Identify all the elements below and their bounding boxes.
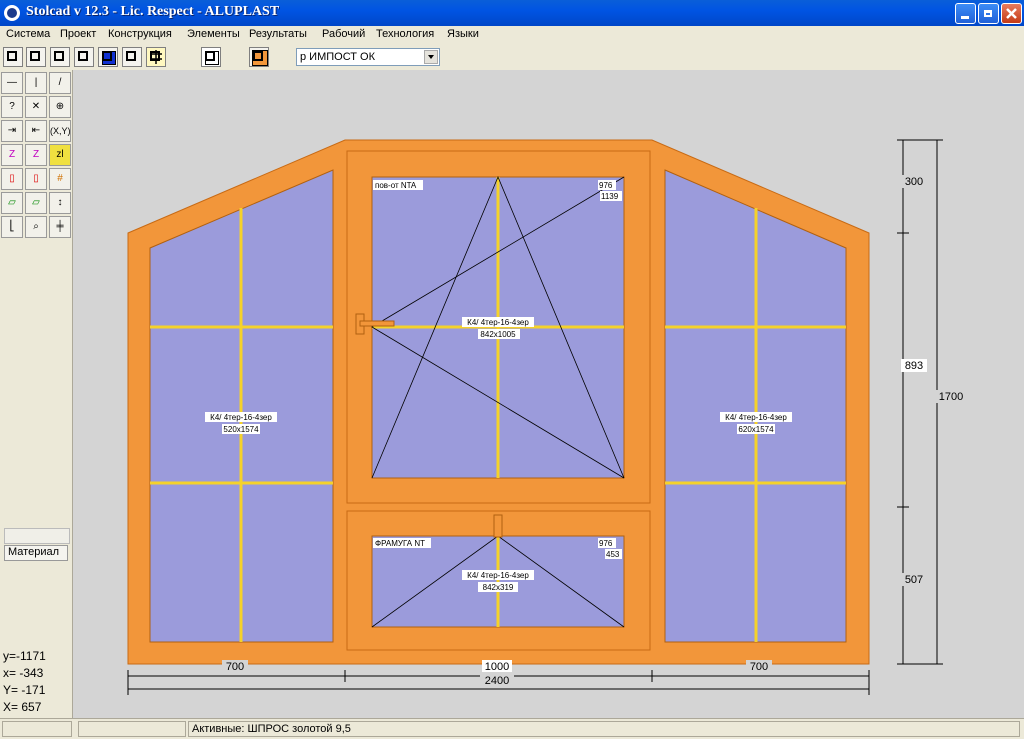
dim-right-middle: 893 — [905, 360, 923, 372]
grid-tool[interactable]: # — [49, 168, 71, 190]
inner-frame-tool-button[interactable] — [74, 47, 94, 67]
menu-item-system[interactable]: Система — [6, 28, 50, 40]
material-progress — [4, 528, 70, 544]
vertical-resize-tool[interactable]: ↕ — [49, 192, 71, 214]
window-title: Stolcad v 12.3 - Lic. Respect - ALUPLAST — [26, 4, 280, 19]
vertical-line-tool[interactable]: | — [25, 72, 47, 94]
bottom-sash-label: ФРАМУГА NT — [375, 539, 425, 548]
bottom-glass-spec: К4/ 4тер-16-4зер — [467, 571, 529, 580]
sash-tool-button[interactable] — [26, 47, 46, 67]
top-glass-size: 842x1005 — [480, 330, 516, 339]
bottom-sash-dim-1: 976 — [599, 539, 613, 548]
white-swatch-icon — [205, 51, 219, 65]
muntin-icon — [147, 48, 165, 66]
muntin-tool-button[interactable] — [146, 47, 166, 67]
align-left-tool[interactable]: ⇥ — [1, 120, 23, 142]
profile-tool[interactable]: ╪ — [49, 216, 71, 238]
top-sash-label: пов-от NTA — [375, 181, 417, 190]
glass-tool-button[interactable] — [98, 47, 118, 67]
drawing-canvas[interactable]: К4/ 4тер-16-4зер 520x1574 К4/ 4тер-16-4з… — [73, 70, 1024, 718]
menu-item-languages[interactable]: Языки — [447, 28, 479, 40]
menu-bar: Система Проект Конструкция Элементы Резу… — [0, 26, 1024, 44]
coord-x-small: x= -343 — [3, 666, 44, 680]
dim-right-top: 300 — [905, 176, 923, 188]
diagonal-line-tool[interactable]: / — [49, 72, 71, 94]
close-icon — [1006, 8, 1017, 19]
dim-bottom-center: 1000 — [485, 661, 509, 673]
glass-icon — [102, 51, 116, 65]
frame-color-button[interactable] — [249, 47, 269, 67]
app-icon — [4, 5, 20, 21]
cross-tool[interactable]: ✕ — [25, 96, 47, 118]
menu-item-workspace[interactable]: Рабочий — [322, 28, 365, 40]
dim-bottom-left: 700 — [226, 661, 244, 673]
left-glass-spec: К4/ 4тер-16-4зер — [210, 413, 272, 422]
sill-tool[interactable]: ⎣ — [1, 216, 23, 238]
coord-x-big: X= 657 — [3, 700, 42, 714]
top-glass-spec: К4/ 4тер-16-4зер — [467, 318, 529, 327]
status-bar: Активные: ШПРОС золотой 9,5 — [0, 718, 1024, 739]
minimize-icon — [961, 16, 969, 19]
left-glass-size: 520x1574 — [223, 425, 259, 434]
profile-select-value: р ИМПОСТ ОК — [300, 51, 376, 63]
menu-item-results[interactable]: Результаты — [249, 28, 307, 40]
align-right-tool[interactable]: ⇤ — [25, 120, 47, 142]
bottom-glass-size: 842x319 — [483, 583, 514, 592]
status-cell-2 — [78, 721, 186, 737]
title-bar: Stolcad v 12.3 - Lic. Respect - ALUPLAST — [0, 0, 1024, 26]
status-active: Активные: ШПРОС золотой 9,5 — [188, 721, 1020, 737]
zoom-find-tool[interactable]: ⌕ — [25, 216, 47, 238]
close-button[interactable] — [1001, 3, 1022, 24]
coord-y-big: Y= -171 — [3, 683, 46, 697]
chevron-down-icon[interactable] — [424, 50, 438, 64]
white-color-button[interactable] — [201, 47, 221, 67]
top-sash-dim-1: 976 — [599, 181, 613, 190]
top-sash-dim-2: 1139 — [601, 192, 619, 201]
coord-y-small: y=-1171 — [3, 649, 46, 663]
coordinates-tool[interactable]: (X,Y) — [49, 120, 71, 142]
frame-tool-button[interactable] — [3, 47, 23, 67]
frame-split-tool[interactable]: ▯ — [25, 168, 47, 190]
layer-tool[interactable]: ▱ — [1, 192, 23, 214]
horizontal-line-tool[interactable]: — — [1, 72, 23, 94]
restore-button[interactable] — [978, 3, 999, 24]
toolbar — [0, 44, 1024, 71]
menu-item-elements[interactable]: Элементы — [187, 28, 240, 40]
tools-sidebar: — | / ? ✕ ⊕ ⇥ ⇤ (X,Y) Z Z zl ▯ ▯ # ▱ ▱ ↕… — [0, 70, 73, 718]
menu-item-project[interactable]: Проект — [60, 28, 96, 40]
help-tool[interactable]: ? — [1, 96, 23, 118]
fixed-tool-button[interactable] — [50, 47, 70, 67]
right-glass-size: 620x1574 — [738, 425, 774, 434]
restore-icon — [984, 10, 992, 17]
menu-item-technology[interactable]: Технология — [376, 28, 434, 40]
bottom-sash-dim-2: 453 — [606, 550, 620, 559]
window-drawing: К4/ 4тер-16-4зер 520x1574 К4/ 4тер-16-4з… — [127, 139, 967, 695]
layer-2-tool[interactable]: ▱ — [25, 192, 47, 214]
center-tool[interactable]: ⊕ — [49, 96, 71, 118]
zoom-tool[interactable]: zl — [49, 144, 71, 166]
z-profile-tool[interactable]: Z — [1, 144, 23, 166]
right-glass-spec: К4/ 4тер-16-4зер — [725, 413, 787, 422]
material-label: Материал — [4, 545, 68, 561]
bottom-handle-icon[interactable] — [493, 514, 503, 538]
profile-select[interactable]: р ИМПОСТ ОК — [296, 48, 440, 66]
dim-right-total: 1700 — [939, 391, 963, 403]
frame-insert-tool[interactable]: ▯ — [1, 168, 23, 190]
dim-bottom-right: 700 — [750, 661, 768, 673]
minimize-button[interactable] — [955, 3, 976, 24]
door-tool-button[interactable] — [122, 47, 142, 67]
menu-item-construction[interactable]: Конструкция — [108, 28, 172, 40]
status-cell-1 — [2, 721, 72, 737]
z-profile-2-tool[interactable]: Z — [25, 144, 47, 166]
orange-swatch-icon — [252, 50, 268, 66]
dim-bottom-total: 2400 — [485, 675, 509, 687]
dim-right-bottom: 507 — [905, 574, 923, 586]
